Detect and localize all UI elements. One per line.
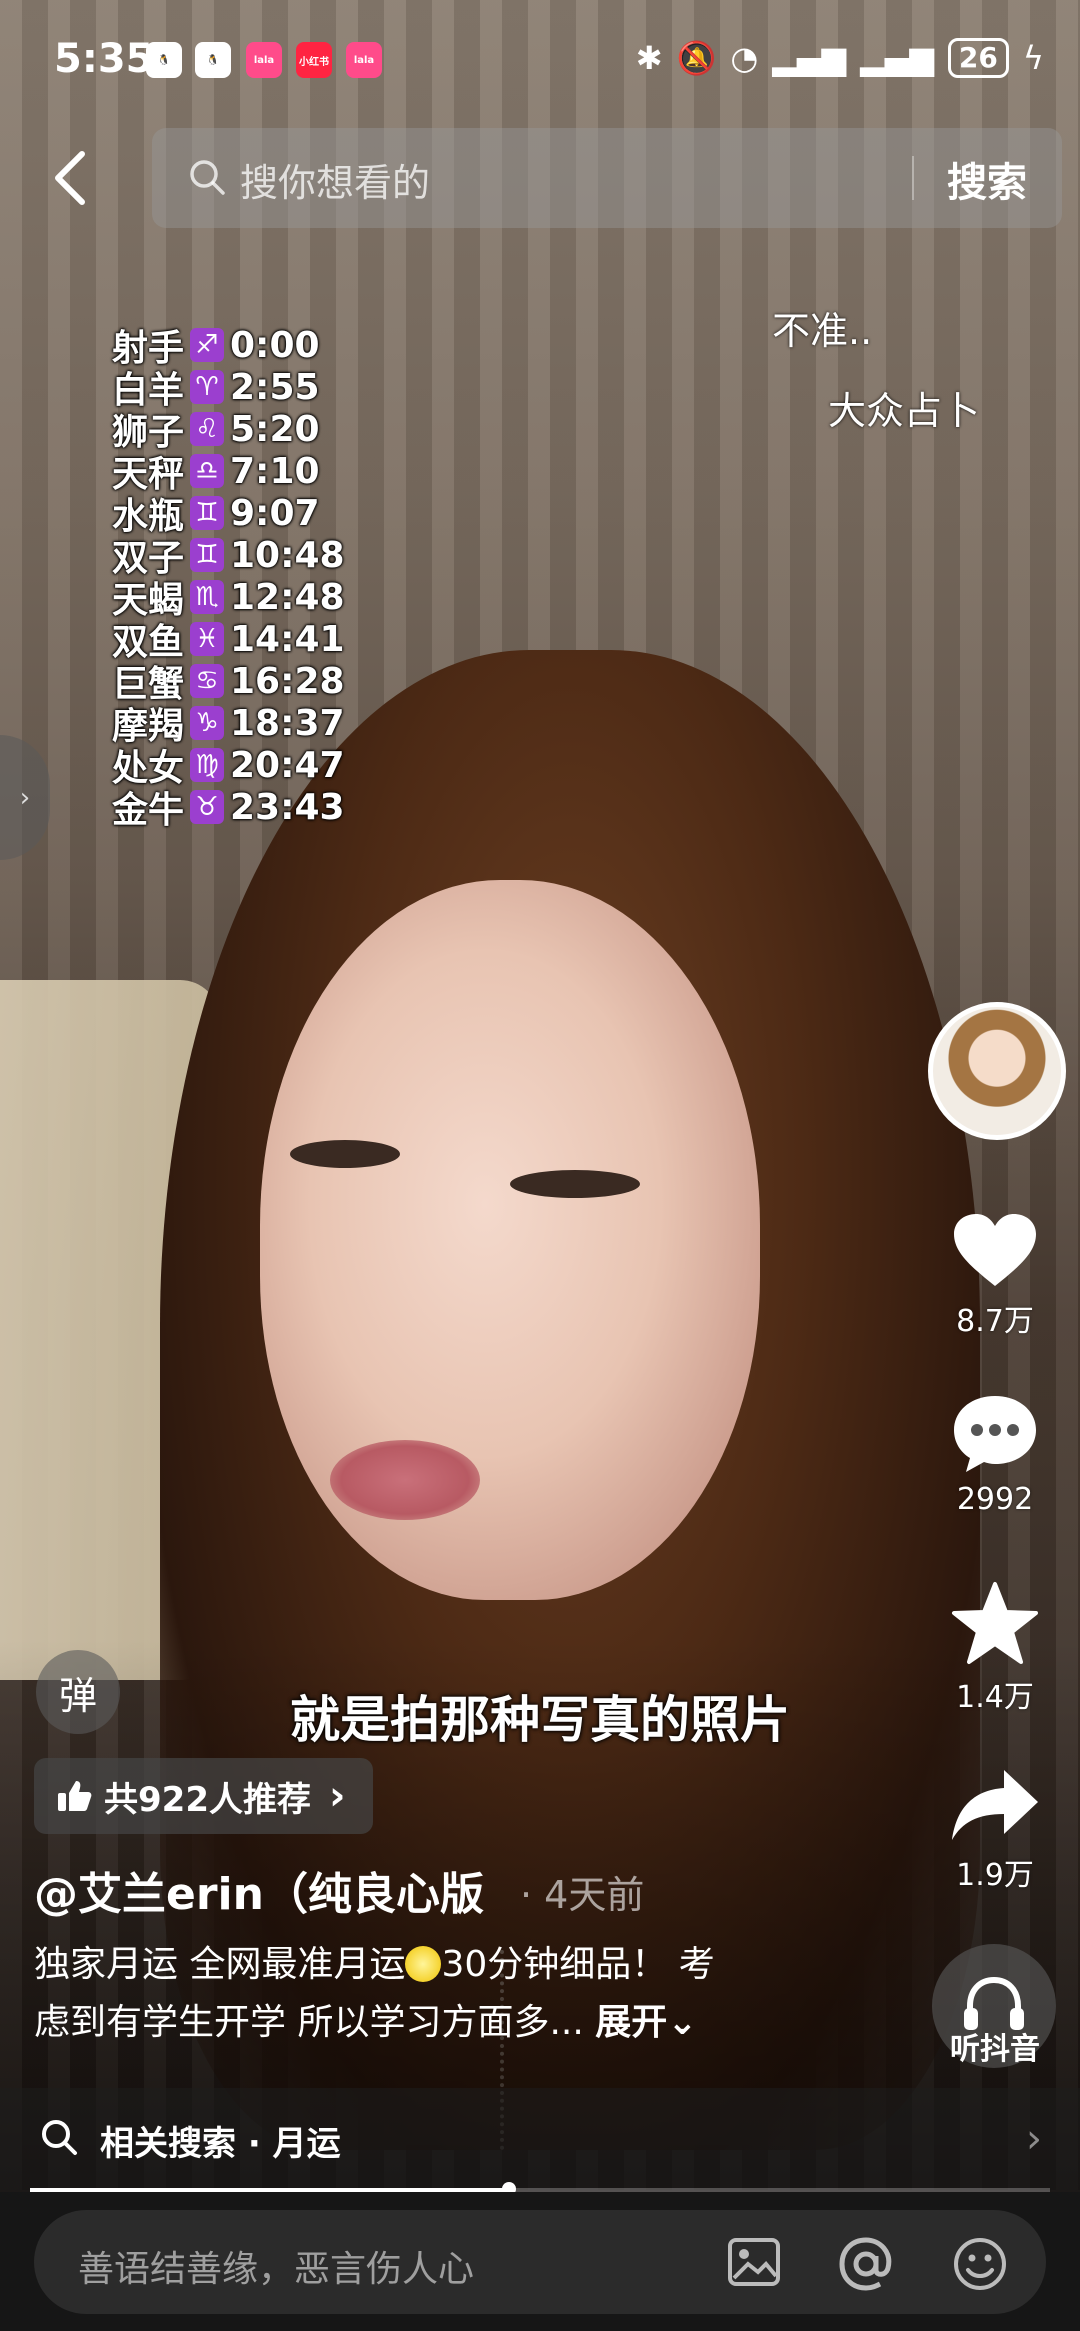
mute-icon: 🔕: [676, 39, 717, 77]
zodiac-sign-icon: ♊: [190, 538, 224, 572]
video-subtitle: 就是拍那种写真的照片: [290, 1691, 790, 1749]
star-icon: [952, 1582, 1038, 1664]
zodiac-row: 处女 ♍ 20:47: [111, 744, 345, 790]
back-arrow-icon[interactable]: [50, 150, 90, 206]
zodiac-time-list: 射手 ♐ 0:00 白羊 ♈ 2:55 狮子 ♌ 5:20 天秤 ♎ 7:10 水瓶 ♊ 9:07 …: [96, 324, 356, 832]
bluetooth-icon: ✱: [635, 39, 663, 77]
comment-icon: [954, 1396, 1036, 1472]
search-divider: [912, 156, 914, 200]
listen-label: 听抖音: [950, 2032, 1040, 2067]
zodiac-row: 水瓶 ♊ 9:07: [111, 492, 320, 538]
post-time: · 4天前: [520, 1873, 645, 1917]
battery-icon: 26: [947, 38, 1009, 78]
clock: 5:35: [54, 36, 154, 82]
charging-icon: ϟ: [1022, 39, 1044, 77]
share-count: 1.9万: [956, 1858, 1034, 1893]
related-search-label: 相关搜索 · 月运: [100, 2124, 341, 2164]
search-icon: [42, 2120, 77, 2155]
zodiac-row: 金牛 ♉ 23:43: [111, 786, 345, 832]
sun-emoji-icon: [405, 1946, 442, 1982]
signal-icon: ▂▄▆: [772, 39, 847, 77]
qq-icon: 🐧: [195, 42, 231, 78]
chevron-right-icon: ›: [1026, 2116, 1042, 2162]
app-icon: lala: [346, 42, 382, 78]
video-note-1: 不准..: [772, 309, 873, 353]
app-icon: lala: [246, 42, 282, 78]
search-icon: [190, 160, 225, 195]
emoji-icon[interactable]: [950, 2234, 1010, 2294]
search-input[interactable]: 搜你想看的: [240, 152, 430, 207]
expand-button[interactable]: 展开⌄: [595, 2002, 697, 2043]
author-avatar[interactable]: [928, 1002, 1066, 1140]
zodiac-sign-icon: ♊: [190, 496, 224, 530]
status-bar: 5:35 🐧 🐧 lala 小红书 lala ✱ 🔕 ◔ ▂▄▆ ▂▄▆ 26 …: [0, 0, 1080, 120]
zodiac-row: 天蝎 ♏ 12:48: [111, 576, 345, 622]
zodiac-sign-icon: ♐: [190, 328, 224, 362]
signal-icon: ▂▄▆: [860, 39, 934, 77]
heart-icon: [954, 1214, 1036, 1286]
zodiac-sign-icon: ♉: [190, 790, 224, 824]
video-note-2: 大众占卜: [828, 389, 981, 433]
zodiac-sign-icon: ♌: [190, 412, 224, 446]
search-bar[interactable]: 搜你想看的 搜索: [152, 128, 1062, 228]
related-search-bar[interactable]: 相关搜索 · 月运 ›: [0, 2088, 1080, 2192]
zodiac-row: 巨蟹 ♋ 16:28: [111, 660, 345, 706]
like-button[interactable]: 8.7万: [940, 1210, 1050, 1340]
qq-icon: 🐧: [146, 42, 182, 78]
zodiac-row: 射手 ♐ 0:00: [111, 324, 320, 370]
zodiac-sign-icon: ♑: [190, 706, 224, 740]
chevron-right-icon: ›: [328, 1773, 346, 1819]
zodiac-row: 摩羯 ♑ 18:37: [111, 702, 345, 748]
zodiac-sign-icon: ♏: [190, 580, 224, 614]
image-icon[interactable]: [724, 2234, 784, 2290]
zodiac-sign-icon: ♎: [190, 454, 224, 488]
zodiac-sign-icon: ♈: [190, 370, 224, 404]
comment-input[interactable]: 善语结善缘，恶言伤人心: [34, 2210, 1046, 2314]
status-icons: ✱ 🔕 ◔ ▂▄▆ ▂▄▆ 26 ϟ: [636, 38, 1044, 78]
recommend-badge[interactable]: 共922人推荐 ›: [34, 1758, 374, 1834]
recommend-text: 共922人推荐: [104, 1779, 311, 1820]
video-description[interactable]: 独家月运 全网最准月运 30分钟细品！ 考 虑到有学生开学 所以学习方面多... …: [34, 1936, 894, 2052]
comment-placeholder: 善语结善缘，恶言伤人心: [78, 2249, 475, 2290]
xiaohongshu-icon: 小红书: [296, 42, 332, 78]
video-eye-right: [510, 1170, 640, 1198]
share-button[interactable]: 1.9万: [940, 1764, 1050, 1894]
zodiac-sign-icon: ♍: [190, 748, 224, 782]
video-lips: [330, 1440, 480, 1520]
zodiac-sign-icon: ♋: [190, 664, 224, 698]
chevron-right-icon: ›: [19, 782, 31, 813]
zodiac-row: 双鱼 ♓ 14:41: [111, 618, 345, 664]
like-count: 8.7万: [956, 1304, 1034, 1339]
search-button[interactable]: 搜索: [947, 150, 1027, 208]
bottom-bar: 善语结善缘，恶言伤人心: [0, 2192, 1080, 2331]
share-arrow-icon: [952, 1770, 1038, 1840]
zodiac-sign-icon: ♓: [190, 622, 224, 656]
video-eye-left: [290, 1140, 400, 1168]
zodiac-row: 双子 ♊ 10:48: [111, 534, 345, 580]
thumbs-up-icon: [58, 1781, 92, 1811]
at-mention-icon[interactable]: [836, 2234, 896, 2294]
wifi-icon: ◔: [730, 39, 759, 77]
zodiac-row: 白羊 ♈ 2:55: [111, 366, 320, 412]
zodiac-row: 狮子 ♌ 5:20: [111, 408, 320, 454]
zodiac-row: 天秤 ♎ 7:10: [111, 450, 320, 496]
comment-count: 2992: [956, 1482, 1034, 1517]
comment-button[interactable]: 2992: [940, 1392, 1050, 1517]
author-name[interactable]: @艾兰erin（纯良心版: [34, 1858, 484, 1922]
